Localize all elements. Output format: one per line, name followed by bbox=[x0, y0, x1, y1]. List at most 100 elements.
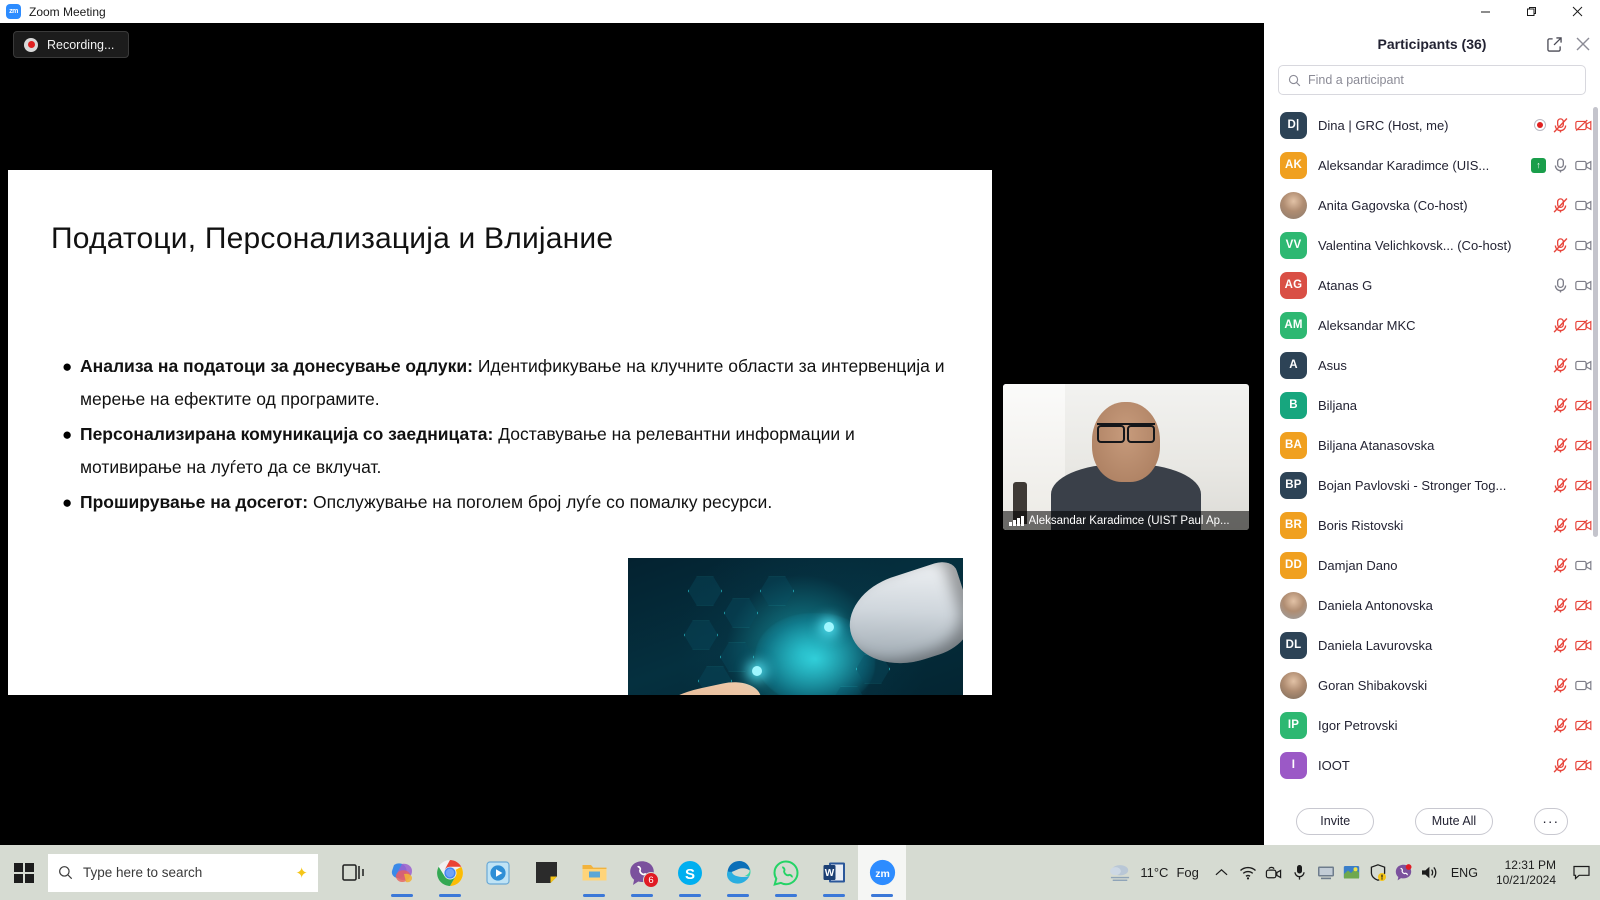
windows-start-icon[interactable] bbox=[0, 845, 48, 900]
microphone-icon[interactable] bbox=[1552, 157, 1569, 174]
notification-icon[interactable] bbox=[1566, 865, 1596, 880]
microphone-muted-icon[interactable] bbox=[1552, 197, 1569, 214]
participants-list[interactable]: D| Dina | GRC (Host, me) AK Aleksandar Kara… bbox=[1264, 105, 1600, 797]
word-icon[interactable]: W bbox=[810, 845, 858, 900]
mute-all-button[interactable]: Mute All bbox=[1414, 807, 1494, 835]
list-item[interactable]: VV Valentina Velichkovsk... (Co-host) bbox=[1264, 225, 1600, 265]
viber-icon[interactable]: 6 bbox=[618, 845, 666, 900]
microphone-muted-icon[interactable] bbox=[1552, 637, 1569, 654]
chrome-icon[interactable] bbox=[426, 845, 474, 900]
microphone-muted-icon[interactable] bbox=[1552, 757, 1569, 774]
pop-out-icon[interactable] bbox=[1547, 36, 1562, 52]
microphone-muted-icon[interactable] bbox=[1552, 557, 1569, 574]
copilot-icon[interactable] bbox=[378, 845, 426, 900]
microphone-muted-icon[interactable] bbox=[1552, 357, 1569, 374]
camera-off-icon[interactable] bbox=[1575, 637, 1592, 654]
list-item[interactable]: I IOOT bbox=[1264, 745, 1600, 785]
clock[interactable]: 12:31 PM 10/21/2024 bbox=[1486, 858, 1566, 888]
participant-status-icons bbox=[1534, 117, 1592, 134]
copilot-sparkle-icon[interactable]: ✦ bbox=[295, 864, 308, 882]
list-item[interactable]: Daniela Antonovska bbox=[1264, 585, 1600, 625]
microphone-icon[interactable] bbox=[1552, 277, 1569, 294]
zoom-icon[interactable]: zm bbox=[858, 845, 906, 900]
network-map-icon[interactable] bbox=[1339, 845, 1365, 900]
camera-icon[interactable] bbox=[1575, 197, 1592, 214]
participants-scrollbar[interactable] bbox=[1593, 107, 1598, 537]
camera-off-icon[interactable] bbox=[1575, 317, 1592, 334]
camera-off-icon[interactable] bbox=[1575, 117, 1592, 134]
weather-widget[interactable]: 11°C Fog bbox=[1098, 863, 1209, 883]
microphone-muted-icon[interactable] bbox=[1552, 317, 1569, 334]
media-player-icon[interactable] bbox=[474, 845, 522, 900]
more-options-button[interactable]: ··· bbox=[1533, 807, 1568, 835]
microphone-icon[interactable] bbox=[1287, 845, 1313, 900]
camera-privacy-icon[interactable] bbox=[1261, 845, 1287, 900]
camera-icon[interactable] bbox=[1575, 677, 1592, 694]
whatsapp-icon[interactable] bbox=[762, 845, 810, 900]
file-explorer-icon[interactable] bbox=[570, 845, 618, 900]
list-item[interactable]: BP Bojan Pavlovski - Stronger Tog... bbox=[1264, 465, 1600, 505]
list-item[interactable]: Anita Gagovska (Co-host) bbox=[1264, 185, 1600, 225]
list-item[interactable]: BR Boris Ristovski bbox=[1264, 505, 1600, 545]
camera-icon[interactable] bbox=[1575, 277, 1592, 294]
camera-off-icon[interactable] bbox=[1575, 717, 1592, 734]
list-item: ● Анализа на податоци за донесување одлу… bbox=[58, 350, 958, 416]
video-tile-aleksandar[interactable]: Aleksandar Karadimce (UIST Paul Ap... bbox=[1003, 384, 1249, 530]
language-indicator[interactable]: ENG bbox=[1443, 866, 1486, 880]
microphone-muted-icon[interactable] bbox=[1552, 477, 1569, 494]
close-icon[interactable] bbox=[1576, 37, 1590, 51]
volume-icon[interactable] bbox=[1417, 845, 1443, 900]
microphone-muted-icon[interactable] bbox=[1552, 677, 1569, 694]
recording-indicator[interactable]: Recording... bbox=[13, 31, 130, 58]
wifi-icon[interactable] bbox=[1235, 845, 1261, 900]
camera-off-icon[interactable] bbox=[1575, 397, 1592, 414]
clock-time: 12:31 PM bbox=[1504, 857, 1556, 872]
viber-tray-icon[interactable] bbox=[1391, 845, 1417, 900]
list-item[interactable]: IP Igor Petrovski bbox=[1264, 705, 1600, 745]
list-item[interactable]: AK Aleksandar Karadimce (UIS... ↑ bbox=[1264, 145, 1600, 185]
microphone-muted-icon[interactable] bbox=[1552, 517, 1569, 534]
microphone-muted-icon[interactable] bbox=[1552, 597, 1569, 614]
camera-off-icon[interactable] bbox=[1575, 757, 1592, 774]
security-shield-icon[interactable] bbox=[1365, 845, 1391, 900]
microphone-muted-icon[interactable] bbox=[1552, 237, 1569, 254]
microphone-muted-icon[interactable] bbox=[1552, 717, 1569, 734]
camera-off-icon[interactable] bbox=[1575, 517, 1592, 534]
sticky-notes-icon[interactable] bbox=[522, 845, 570, 900]
skype-icon[interactable]: S bbox=[666, 845, 714, 900]
camera-icon[interactable] bbox=[1575, 357, 1592, 374]
list-item[interactable]: Goran Shibakovski bbox=[1264, 665, 1600, 705]
microphone-muted-icon[interactable] bbox=[1552, 397, 1569, 414]
camera-off-icon[interactable] bbox=[1575, 437, 1592, 454]
search-input[interactable]: Find a participant bbox=[1278, 65, 1586, 95]
search-input[interactable]: Type here to search ✦ bbox=[48, 853, 318, 892]
raise-hand-icon[interactable]: ↑ bbox=[1531, 157, 1546, 173]
list-item[interactable]: A Asus bbox=[1264, 345, 1600, 385]
close-button[interactable] bbox=[1554, 0, 1600, 23]
list-item[interactable]: AG Atanas G bbox=[1264, 265, 1600, 305]
task-view-icon[interactable] bbox=[330, 845, 378, 900]
minimize-button[interactable] bbox=[1462, 0, 1508, 23]
participant-name: Asus bbox=[1318, 357, 1347, 373]
microphone-muted-icon[interactable] bbox=[1552, 437, 1569, 454]
participant-status-icons bbox=[1552, 557, 1592, 574]
list-item[interactable]: AM Aleksandar MKC bbox=[1264, 305, 1600, 345]
edge-icon[interactable] bbox=[714, 845, 762, 900]
microphone-muted-icon[interactable] bbox=[1552, 117, 1569, 134]
list-item[interactable]: DL Daniela Lavurovska bbox=[1264, 625, 1600, 665]
list-item[interactable]: DD Damjan Dano bbox=[1264, 545, 1600, 585]
camera-off-icon[interactable] bbox=[1575, 477, 1592, 494]
list-item[interactable]: B Biljana bbox=[1264, 385, 1600, 425]
chevron-up-icon[interactable] bbox=[1209, 845, 1235, 900]
participant-status-icons bbox=[1552, 677, 1592, 694]
list-item[interactable]: D| Dina | GRC (Host, me) bbox=[1264, 105, 1600, 145]
list-item[interactable]: BA Biljana Atanasovska bbox=[1264, 425, 1600, 465]
camera-off-icon[interactable] bbox=[1575, 597, 1592, 614]
display-icon[interactable] bbox=[1313, 845, 1339, 900]
camera-icon[interactable] bbox=[1575, 157, 1592, 174]
camera-icon[interactable] bbox=[1575, 557, 1592, 574]
maximize-button[interactable] bbox=[1508, 0, 1554, 23]
avatar: AM bbox=[1280, 311, 1307, 339]
camera-icon[interactable] bbox=[1575, 237, 1592, 254]
invite-button[interactable]: Invite bbox=[1296, 807, 1375, 835]
